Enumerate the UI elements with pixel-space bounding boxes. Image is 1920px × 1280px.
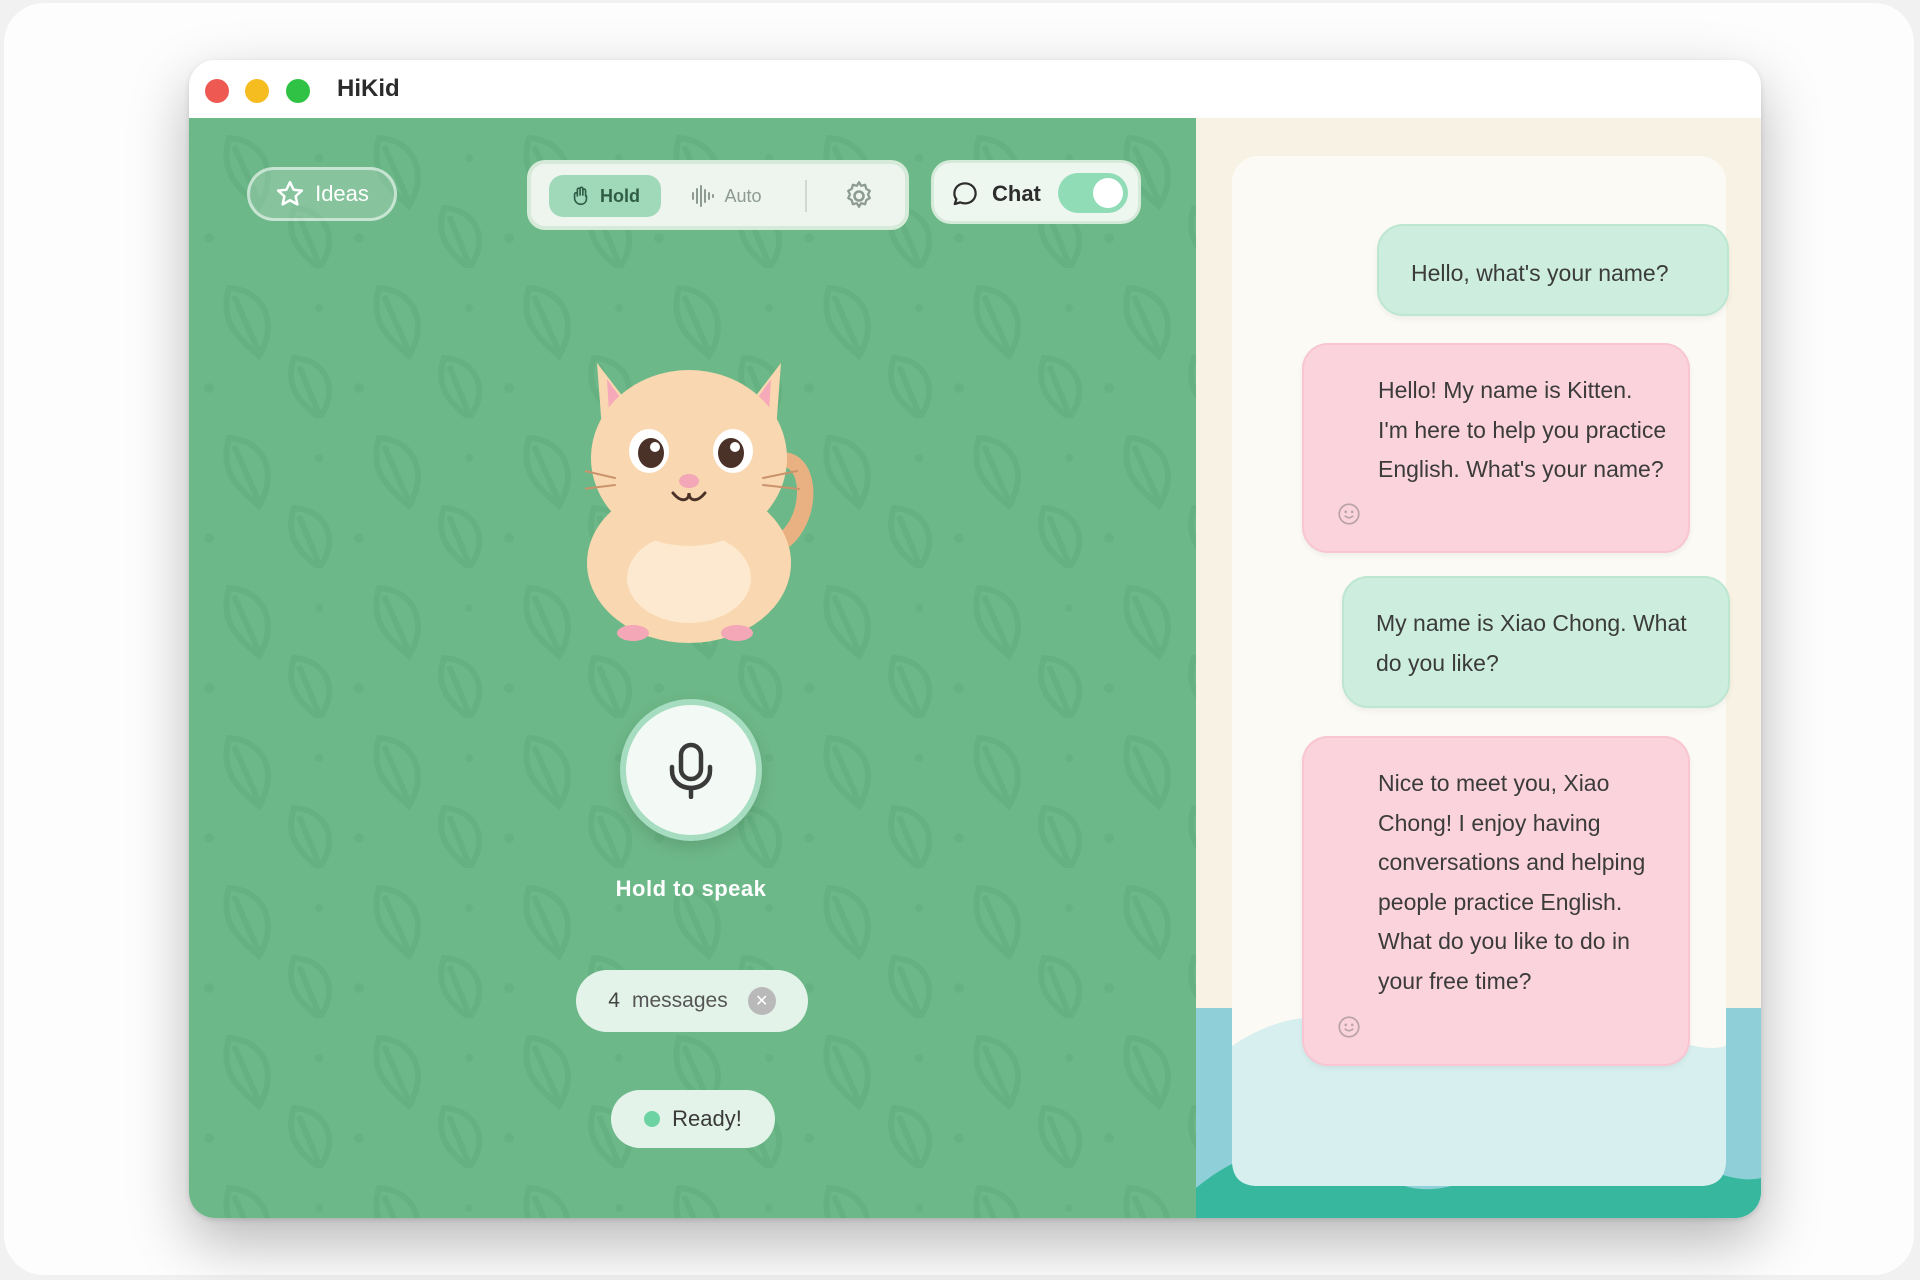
ideas-button[interactable]: Ideas (247, 167, 397, 221)
ideas-label: Ideas (315, 181, 369, 206)
chat-panel: Hello, what's your name? Hello! My name … (1196, 118, 1761, 1218)
settings-button[interactable] (841, 178, 877, 214)
message-count-label: messages (631, 989, 728, 1012)
status-dot (644, 1111, 661, 1127)
message-text: Nice to meet you, Xiao Chong! I enjoy ha… (1378, 770, 1646, 994)
chat-message-bot: Nice to meet you, Xiao Chong! I enjoy ha… (1302, 736, 1690, 1066)
chat-message-user: Hello, what's your name? (1377, 224, 1729, 316)
microphone-button[interactable] (620, 699, 762, 841)
message-count-pill: 4 messages ✕ (576, 970, 808, 1032)
waveform-icon (692, 185, 715, 207)
close-icon[interactable]: ✕ (747, 987, 776, 1015)
app-window: HiKid Ideas Hold Auto Chat Hold to speak… (189, 60, 1761, 1218)
chat-message-user: My name is Xiao Chong. What do you like? (1342, 576, 1730, 708)
message-text: Hello, what's your name? (1411, 260, 1669, 286)
message-text: My name is Xiao Chong. What do you like? (1376, 610, 1687, 676)
toggle-knob (1093, 178, 1123, 208)
smiley-icon (1338, 503, 1360, 525)
voice-panel: Ideas Hold Auto Chat Hold to speak 4 mes… (189, 118, 1196, 1218)
auto-mode-button[interactable]: Auto (681, 175, 771, 217)
hold-mode-label: Hold (600, 185, 640, 206)
hand-icon (573, 186, 588, 206)
leaf-pattern-background (189, 118, 1196, 1218)
hold-to-speak-label: Hold to speak (615, 876, 767, 901)
minimize-window-button[interactable] (245, 79, 269, 103)
app-title: HiKid (337, 75, 400, 102)
star-icon (276, 180, 304, 206)
chat-bubble-icon (953, 182, 977, 206)
chat-toggle-switch[interactable] (1058, 173, 1128, 213)
message-count-number: 4 (608, 989, 620, 1012)
message-text: Hello! My name is Kitten. I'm here to he… (1378, 377, 1667, 482)
auto-mode-label: Auto (724, 185, 762, 206)
zoom-window-button[interactable] (286, 79, 310, 103)
chat-label: Chat (992, 181, 1041, 206)
hold-mode-button[interactable]: Hold (549, 175, 661, 217)
smiley-icon (1338, 1016, 1360, 1038)
status-badge: Ready! (611, 1090, 775, 1148)
close-window-button[interactable] (205, 79, 229, 103)
gear-icon (847, 181, 871, 208)
input-mode-group: Hold Auto (527, 160, 909, 230)
chat-toggle-group: Chat (931, 160, 1141, 224)
toolbar-divider (805, 180, 807, 212)
status-text: Ready! (672, 1106, 742, 1131)
microphone-icon (669, 742, 713, 799)
title-bar: HiKid (189, 60, 1761, 119)
chat-message-bot: Hello! My name is Kitten. I'm here to he… (1302, 343, 1690, 553)
kitten-mascot (585, 363, 814, 643)
chat-card: Hello, what's your name? Hello! My name … (1232, 156, 1730, 1186)
